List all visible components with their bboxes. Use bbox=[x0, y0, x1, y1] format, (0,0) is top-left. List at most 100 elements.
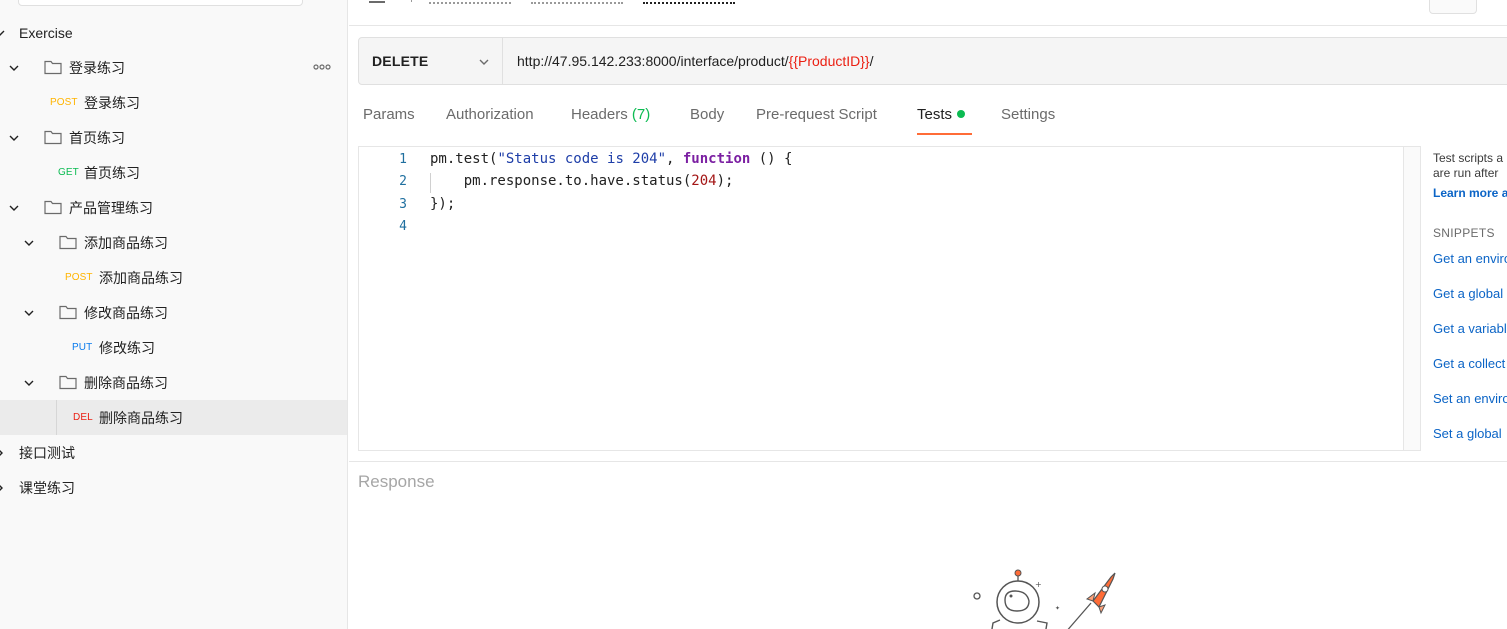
tab-authorization[interactable]: Authorization bbox=[446, 96, 534, 136]
tree-item-label: 修改练习 bbox=[99, 339, 155, 356]
chevron-down-icon[interactable] bbox=[0, 27, 6, 39]
folder-icon bbox=[59, 374, 77, 390]
tab-label: Pre-request Script bbox=[756, 106, 877, 123]
tab-label: Authorization bbox=[446, 106, 534, 123]
breadcrumb-segment[interactable] bbox=[531, 0, 623, 4]
request-url-bar: DELETE http://47.95.142.233:8000/interfa… bbox=[358, 37, 1507, 85]
tree-item-label: 产品管理练习 bbox=[69, 199, 153, 216]
chevron-down-icon[interactable] bbox=[8, 202, 20, 214]
code-line-2: pm.response.to.have.status(204); bbox=[430, 173, 734, 189]
snippet-link[interactable]: Get an enviro bbox=[1433, 251, 1507, 266]
tab-pre-request-script[interactable]: Pre-request Script bbox=[756, 96, 877, 136]
tab-tests[interactable]: Tests bbox=[917, 96, 966, 136]
tree-item-exercise[interactable]: Exercise bbox=[0, 15, 347, 50]
tree-item-label: 删除商品练习 bbox=[84, 374, 168, 391]
tab-headers[interactable]: Headers (7) bbox=[571, 96, 650, 136]
tree-item-label: 删除商品练习 bbox=[99, 409, 183, 426]
tree-request-add-product[interactable]: POST 添加商品练习 bbox=[0, 260, 347, 295]
snippets-panel: Test scripts a are run after Learn more … bbox=[1433, 150, 1507, 450]
tree-folder-edit-product[interactable]: 修改商品练习 bbox=[0, 295, 347, 330]
code-token: ); bbox=[716, 173, 734, 189]
code-line-1: pm.test("Status code is 204", function (… bbox=[430, 151, 792, 167]
active-tab-indicator bbox=[917, 133, 972, 135]
response-divider[interactable] bbox=[349, 461, 1507, 462]
folder-icon bbox=[44, 59, 62, 75]
request-tabs: Params Authorization Headers (7) Body Pr… bbox=[358, 96, 1358, 136]
url-input[interactable]: http://47.95.142.233:8000/interface/prod… bbox=[503, 38, 1507, 84]
sidebar-search-input[interactable] bbox=[18, 0, 303, 6]
tree-request-delete-product[interactable]: DEL 删除商品练习 bbox=[0, 400, 347, 435]
tree-item-label: 登录练习 bbox=[69, 59, 125, 76]
tree-folder-login[interactable]: 登录练习 bbox=[0, 50, 347, 85]
url-variable: {{ProductID}} bbox=[788, 53, 870, 69]
response-title: Response bbox=[358, 472, 435, 491]
indent-guide bbox=[430, 173, 431, 193]
tree-request-login[interactable]: POST 登录练习 bbox=[0, 85, 347, 120]
sidebar: Exercise 登录练习 POST 登录练习 首页练习 GET 首页练习 产品… bbox=[0, 0, 348, 629]
tab-params[interactable]: Params bbox=[363, 96, 415, 136]
url-suffix: / bbox=[869, 53, 874, 69]
method-badge: DEL bbox=[73, 412, 93, 423]
headers-count-badge: (7) bbox=[631, 106, 651, 123]
chevron-down-icon[interactable] bbox=[23, 237, 35, 249]
tree-item-label: 首页练习 bbox=[84, 164, 140, 181]
code-string: "Status code is 204" bbox=[497, 151, 667, 167]
snippet-link[interactable]: Get a collect bbox=[1433, 356, 1505, 371]
url-text: http://47.95.142.233:8000/interface/prod… bbox=[517, 53, 789, 69]
chevron-down-icon[interactable] bbox=[23, 377, 35, 389]
line-number: 3 bbox=[399, 197, 407, 212]
snippets-description: are run after bbox=[1433, 166, 1499, 180]
tree-folder-product[interactable]: 产品管理练习 bbox=[0, 190, 347, 225]
tests-script-editor[interactable]: 1 2 3 4 pm.test("Status code is 204", fu… bbox=[358, 146, 1421, 451]
tree-folder-add-product[interactable]: 添加商品练习 bbox=[0, 225, 347, 260]
line-number: 2 bbox=[399, 174, 407, 189]
tree-item-label: 添加商品练习 bbox=[99, 269, 183, 286]
tree-item-class-practice[interactable]: 课堂练习 bbox=[0, 470, 347, 505]
svg-text:✦: ✦ bbox=[1055, 605, 1060, 612]
tab-settings[interactable]: Settings bbox=[1001, 96, 1055, 136]
tab-label: Settings bbox=[1001, 106, 1056, 123]
folder-icon bbox=[44, 129, 62, 145]
method-badge: PUT bbox=[72, 342, 93, 353]
breadcrumb-current bbox=[643, 0, 735, 4]
code-keyword: function bbox=[682, 151, 751, 167]
tree-folder-home[interactable]: 首页练习 bbox=[0, 120, 347, 155]
snippet-link[interactable]: Set a global bbox=[1433, 426, 1502, 441]
breadcrumb-separator-icon bbox=[404, 0, 412, 2]
tree-folder-delete-product[interactable]: 删除商品练习 bbox=[0, 365, 347, 400]
snippet-link[interactable]: Get a variabl bbox=[1433, 321, 1507, 336]
tests-active-dot-icon bbox=[957, 110, 966, 118]
code-number: 204 bbox=[691, 173, 717, 189]
more-options-icon[interactable] bbox=[312, 60, 332, 74]
method-badge: GET bbox=[58, 167, 79, 178]
breadcrumb-segment[interactable] bbox=[429, 0, 511, 4]
tree-request-edit-product[interactable]: PUT 修改练习 bbox=[0, 330, 347, 365]
tree-item-api-test[interactable]: 接口测试 bbox=[0, 435, 347, 470]
chevron-right-icon[interactable] bbox=[0, 447, 6, 459]
tab-body[interactable]: Body bbox=[690, 96, 724, 136]
snippet-link[interactable]: Set an enviro bbox=[1433, 391, 1507, 406]
snippet-link[interactable]: Get a global bbox=[1433, 286, 1503, 301]
tab-label: Tests bbox=[917, 106, 953, 123]
tree-request-home[interactable]: GET 首页练习 bbox=[0, 155, 347, 190]
chevron-down-icon bbox=[478, 55, 490, 67]
request-type-icon bbox=[369, 1, 385, 3]
save-button[interactable] bbox=[1429, 0, 1477, 14]
tree-item-label: 首页练习 bbox=[69, 129, 125, 146]
chevron-down-icon[interactable] bbox=[8, 62, 20, 74]
method-select[interactable]: DELETE bbox=[359, 38, 503, 84]
chevron-down-icon[interactable] bbox=[23, 307, 35, 319]
tab-label: Body bbox=[690, 106, 725, 123]
editor-scrollbar[interactable] bbox=[1403, 147, 1420, 450]
request-header bbox=[349, 0, 1507, 26]
folder-icon bbox=[59, 304, 77, 320]
code-line-3: }); bbox=[430, 196, 456, 212]
chevron-down-icon[interactable] bbox=[8, 132, 20, 144]
snippets-heading: SNIPPETS bbox=[1433, 226, 1495, 240]
chevron-right-icon[interactable] bbox=[0, 482, 6, 494]
folder-icon bbox=[44, 199, 62, 215]
tree-item-label: 添加商品练习 bbox=[84, 234, 168, 251]
learn-more-link[interactable]: Learn more a bbox=[1433, 186, 1507, 200]
method-badge: POST bbox=[65, 272, 93, 283]
tree-item-label: 登录练习 bbox=[84, 94, 140, 111]
